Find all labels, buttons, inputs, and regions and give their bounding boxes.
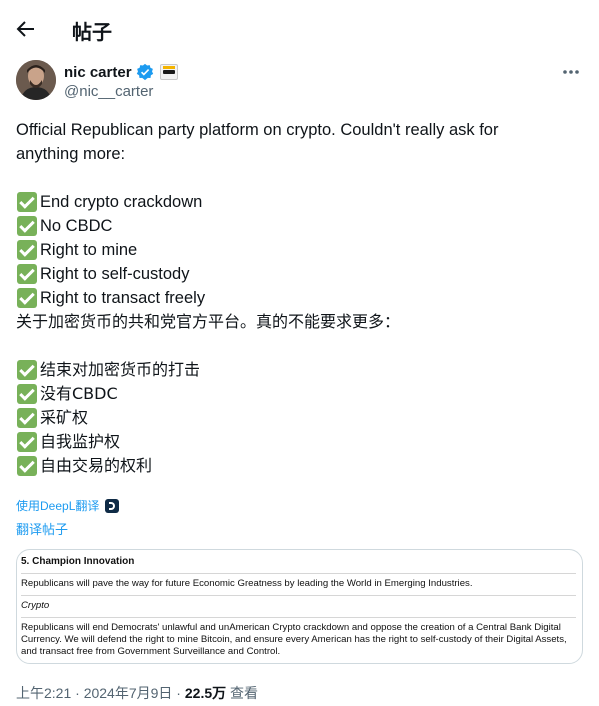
divider (21, 617, 576, 618)
more-options-button[interactable] (561, 62, 581, 82)
list-item-zh: 自我监护权 (16, 430, 581, 454)
document-paragraph: Republicans will pave the way for future… (21, 578, 473, 589)
translate-post-link[interactable]: 翻译帖子 (16, 519, 68, 538)
check-mark-icon (17, 408, 37, 428)
check-mark-icon (17, 264, 37, 284)
intro-zh: 关于加密货币的共和党官方平台。真的不能要求更多： (16, 312, 401, 331)
check-mark-icon (17, 216, 37, 236)
document-heading: 5. Champion Innovation (21, 556, 135, 567)
author-handle[interactable]: @nic__carter (64, 83, 153, 100)
view-count: 22.5万 (184, 685, 227, 701)
back-arrow-icon (16, 21, 34, 37)
divider (21, 595, 576, 596)
check-mark-icon (17, 384, 37, 404)
list-item: Right to transact freely (16, 286, 581, 310)
affiliation-flair-icon[interactable] (159, 64, 178, 80)
list-item-zh: 自由交易的权利 (16, 454, 581, 478)
document-paragraph: Republicans will end Democrats' unlawful… (21, 622, 567, 657)
intro-line: anything more: (16, 145, 126, 163)
check-mark-icon (17, 192, 37, 212)
back-button[interactable] (14, 17, 38, 41)
list-item-zh: 没有CBDC (16, 382, 581, 406)
list-item: Right to mine (16, 238, 581, 262)
list-item: End crypto crackdown (16, 190, 581, 214)
check-mark-icon (17, 360, 37, 380)
list-item: No CBDC (16, 214, 581, 238)
check-mark-icon (17, 432, 37, 452)
more-dots-icon (563, 70, 579, 74)
attached-image[interactable]: 5. Champion Innovation Republicans will … (16, 549, 583, 664)
tweet-date[interactable]: 2024年7月9日 (84, 685, 173, 701)
avatar-image (16, 60, 56, 100)
document-subheading: Crypto (21, 600, 50, 611)
separator: · (71, 685, 84, 701)
divider (21, 573, 576, 574)
check-mark-icon (17, 288, 37, 308)
list-item: Right to self-custody (16, 262, 581, 286)
deepl-label[interactable]: 使用DeepL翻译 (16, 497, 99, 514)
tweet-text: Official Republican party platform on cr… (16, 118, 581, 478)
list-item-zh: 结束对加密货币的打击 (16, 358, 581, 382)
page-title: 帖子 (72, 22, 112, 44)
check-mark-icon (17, 456, 37, 476)
list-item-zh: 采矿权 (16, 406, 581, 430)
avatar[interactable] (16, 60, 56, 100)
deepl-translate-link[interactable]: 使用DeepL翻译 (16, 497, 120, 514)
author-name-row[interactable]: nic carter (64, 63, 178, 81)
author-name[interactable]: nic carter (64, 64, 132, 81)
verified-badge-icon (136, 63, 153, 81)
intro-line: Official Republican party platform on cr… (16, 121, 499, 139)
tweet-time[interactable]: 上午2:21 (16, 685, 71, 701)
separator: · (172, 685, 185, 701)
top-bar: 帖子 (0, 0, 599, 58)
views-label: 查看 (230, 685, 259, 701)
tweet-meta: 上午2:21 · 2024年7月9日 · 22.5万 查看 (16, 683, 258, 703)
deepl-logo-icon (105, 498, 120, 513)
check-mark-icon (17, 240, 37, 260)
attached-document: 5. Champion Innovation Republicans will … (21, 556, 576, 658)
